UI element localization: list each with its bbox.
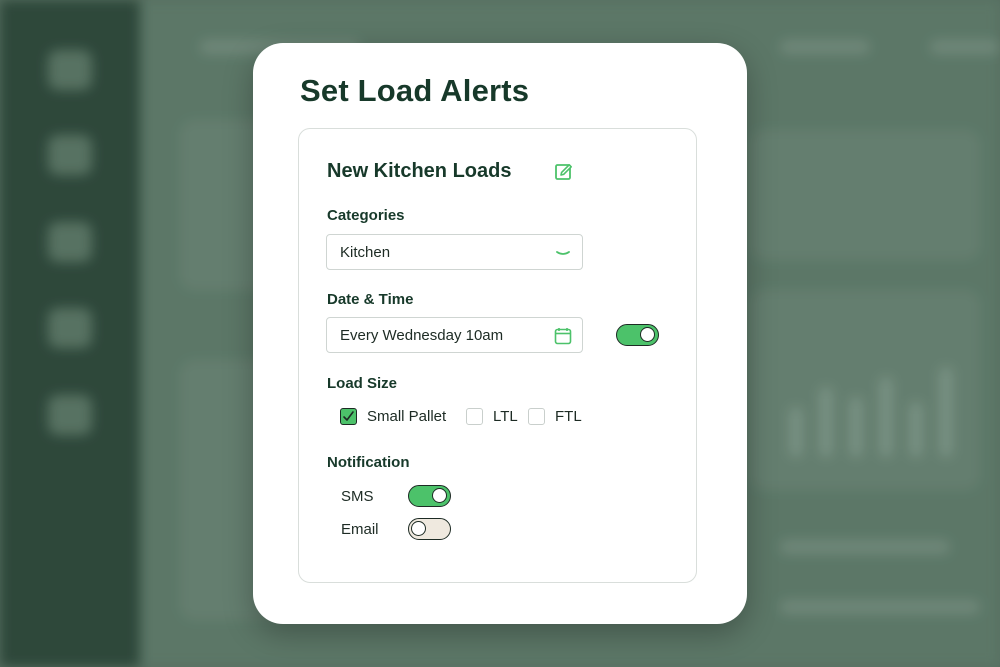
- datetime-value: Every Wednesday 10am: [340, 327, 504, 344]
- ftl-label: FTL: [555, 408, 582, 425]
- datetime-toggle[interactable]: [616, 324, 659, 346]
- datetime-label: Date & Time: [327, 291, 414, 308]
- categories-value: Kitchen: [340, 244, 391, 261]
- toggle-knob: [432, 488, 447, 503]
- load-size-label: Load Size: [327, 375, 398, 392]
- small-pallet-checkbox[interactable]: [340, 408, 357, 425]
- sms-label: SMS: [341, 488, 374, 505]
- categories-label: Categories: [327, 207, 405, 224]
- chevron-down-icon: [556, 251, 570, 255]
- ftl-checkbox[interactable]: [528, 408, 545, 425]
- datetime-field[interactable]: Every Wednesday 10am: [326, 317, 583, 353]
- ltl-checkbox[interactable]: [466, 408, 483, 425]
- modal-title: Set Load Alerts: [300, 73, 530, 108]
- alert-name: New Kitchen Loads: [327, 160, 512, 182]
- set-load-alerts-modal: Set Load Alerts New Kitchen Loads Catego…: [253, 43, 747, 624]
- checkmark-icon: [343, 411, 354, 421]
- email-label: Email: [341, 521, 379, 538]
- sms-toggle[interactable]: [408, 485, 451, 507]
- ltl-label: LTL: [493, 408, 518, 425]
- toggle-knob: [640, 327, 655, 342]
- edit-icon[interactable]: [554, 162, 574, 182]
- notification-label: Notification: [327, 454, 410, 471]
- small-pallet-label: Small Pallet: [367, 408, 447, 425]
- calendar-icon: [554, 328, 572, 345]
- alert-panel: New Kitchen Loads Categories Kitchen Dat…: [298, 128, 697, 583]
- toggle-knob: [411, 521, 426, 536]
- categories-select[interactable]: Kitchen: [326, 234, 583, 270]
- email-toggle[interactable]: [408, 518, 451, 540]
